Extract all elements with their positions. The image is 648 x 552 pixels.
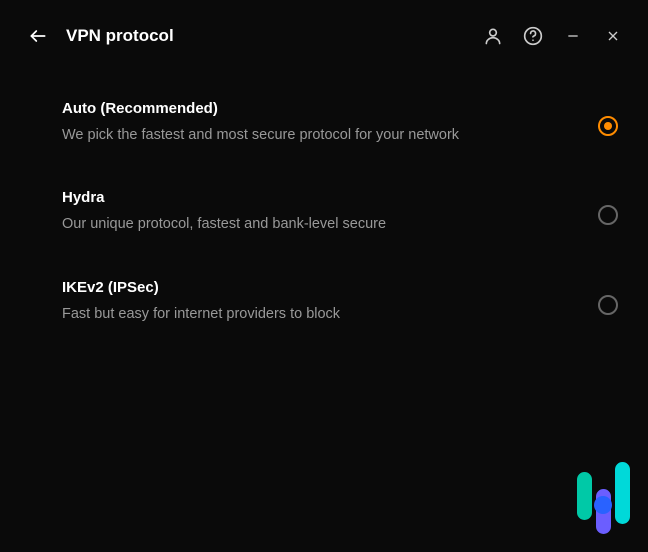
header: VPN protocol: [0, 0, 648, 64]
radio-button[interactable]: [598, 205, 618, 225]
protocol-description: Fast but easy for internet providers to …: [62, 304, 566, 324]
protocol-title: Hydra: [62, 189, 566, 206]
protocol-text: Auto (Recommended) We pick the fastest a…: [62, 100, 598, 145]
app-logo: [577, 464, 630, 534]
help-icon: [523, 26, 543, 46]
logo-bar: [615, 462, 630, 524]
logo-dot: [594, 496, 612, 514]
radio-button[interactable]: [598, 295, 618, 315]
minimize-icon: [565, 28, 581, 44]
account-button[interactable]: [482, 25, 504, 47]
protocol-description: Our unique protocol, fastest and bank-le…: [62, 214, 566, 234]
minimize-button[interactable]: [562, 25, 584, 47]
protocol-text: IKEv2 (IPSec) Fast but easy for internet…: [62, 279, 598, 324]
page-title: VPN protocol: [66, 26, 482, 46]
protocol-title: IKEv2 (IPSec): [62, 279, 566, 296]
logo-bar: [596, 489, 611, 534]
help-button[interactable]: [522, 25, 544, 47]
radio-button[interactable]: [598, 116, 618, 136]
header-icons: [482, 25, 624, 47]
protocol-option-auto[interactable]: Auto (Recommended) We pick the fastest a…: [62, 100, 618, 145]
protocol-title: Auto (Recommended): [62, 100, 566, 117]
protocol-text: Hydra Our unique protocol, fastest and b…: [62, 189, 598, 234]
protocol-option-ikev2[interactable]: IKEv2 (IPSec) Fast but easy for internet…: [62, 279, 618, 324]
close-icon: [605, 28, 621, 44]
protocol-option-hydra[interactable]: Hydra Our unique protocol, fastest and b…: [62, 189, 618, 234]
logo-bar: [577, 472, 592, 520]
protocol-list: Auto (Recommended) We pick the fastest a…: [0, 64, 648, 324]
arrow-left-icon: [28, 26, 48, 46]
protocol-description: We pick the fastest and most secure prot…: [62, 125, 566, 145]
back-button[interactable]: [24, 22, 52, 50]
close-button[interactable]: [602, 25, 624, 47]
user-icon: [483, 26, 503, 46]
